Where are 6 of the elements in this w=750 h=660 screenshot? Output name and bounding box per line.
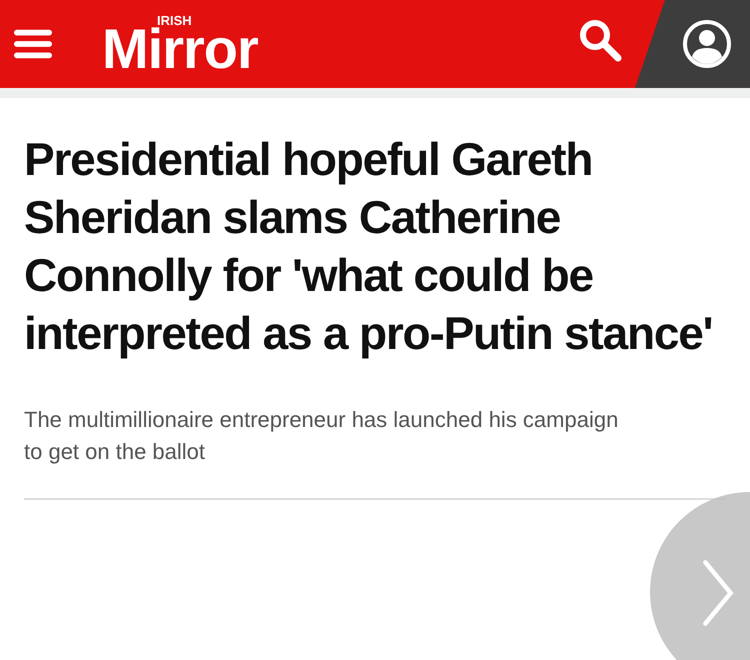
user-icon[interactable]: [682, 19, 732, 69]
logo-subtitle: IRISH: [157, 13, 192, 28]
standfirst: The multimillionaire entrepreneur has launched his campaign to get on the ballot: [24, 406, 620, 466]
headline: Presidential hopeful Gareth Sheridan slams Catherine Connolly for 'what could be interpreted as a pro-Putin stance': [24, 132, 714, 361]
menu-icon[interactable]: [14, 29, 52, 59]
search-icon[interactable]: [578, 18, 622, 62]
